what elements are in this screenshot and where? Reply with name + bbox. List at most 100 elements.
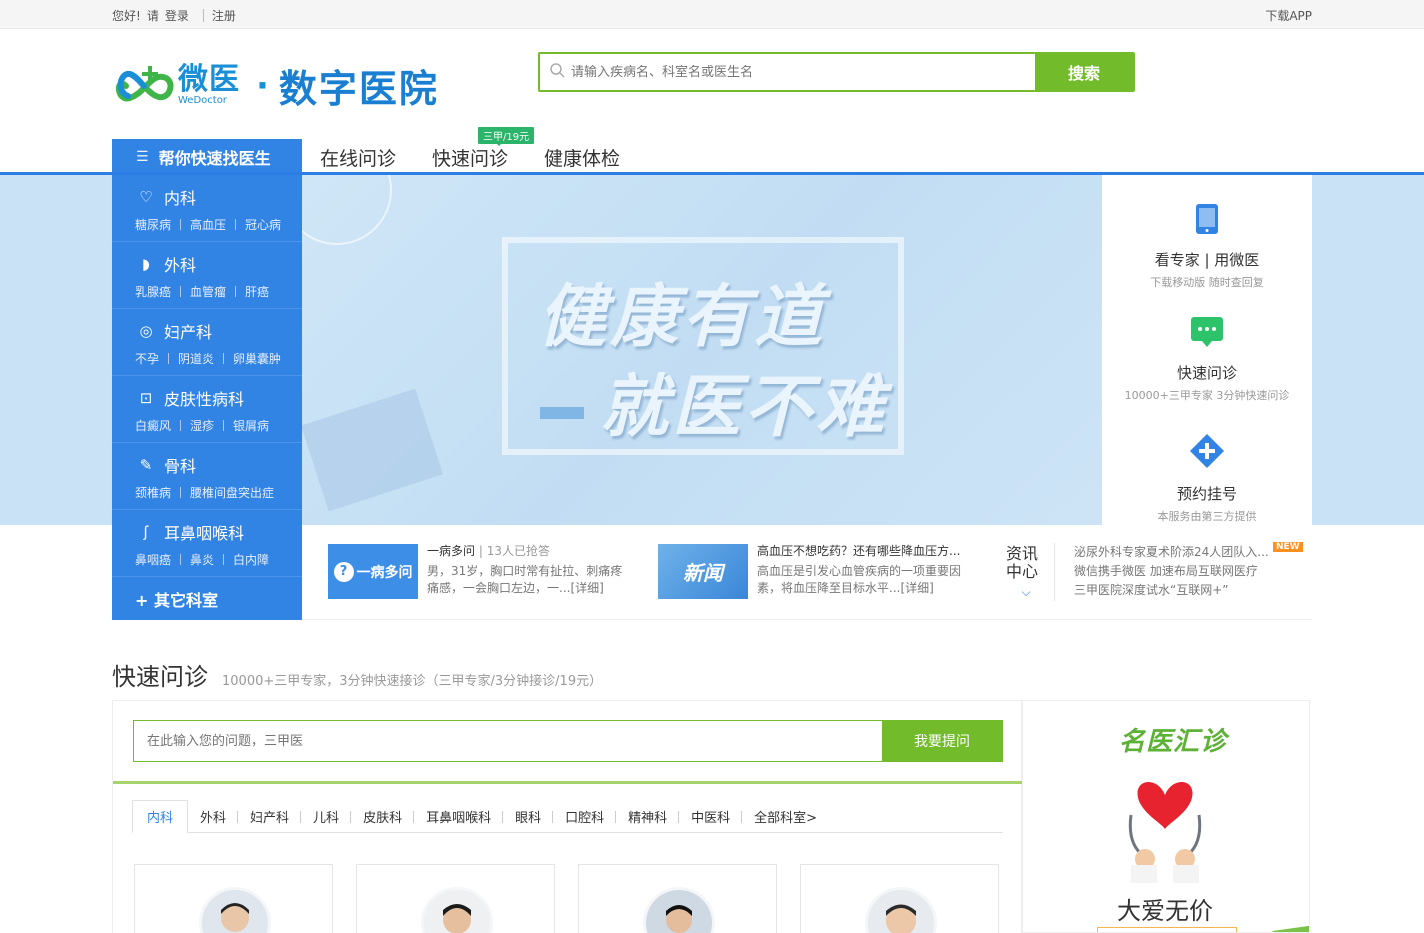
news-list: 泌尿外科专家夏术阶添24人团队入... 微信携手微医 加速布局互联网医疗 三甲医… xyxy=(1074,543,1269,600)
divider xyxy=(1054,543,1055,601)
site-logo[interactable]: 微医 WeDoctor · 数字医院 xyxy=(112,58,439,113)
menu-sub-link[interactable]: 不孕 xyxy=(135,350,159,367)
nav-badge: 三甲/19元 xyxy=(478,127,535,146)
menu-sub-link[interactable]: 腰椎间盘突出症 xyxy=(190,484,274,501)
menu-group-orthopedics[interactable]: ✎ 骨科 颈椎病 腰椎间盘突出症 xyxy=(112,443,302,510)
menu-sub-link[interactable]: 肝癌 xyxy=(245,283,269,300)
decoration-circle xyxy=(302,175,392,245)
menu-group-ent[interactable]: ʃ 耳鼻咽喉科 鼻咽癌 鼻炎 白内障 xyxy=(112,510,302,577)
login-link[interactable]: 登录 xyxy=(165,7,189,24)
news-list-item[interactable]: 微信携手微医 加速布局互联网医疗 xyxy=(1074,562,1269,581)
menu-group-title: 妇产科 xyxy=(164,323,213,342)
doctor-card[interactable] xyxy=(134,864,333,933)
search-button[interactable]: 搜索 xyxy=(1035,54,1133,90)
menu-group-internal[interactable]: ♡ 内科 糖尿病 高血压 冠心病 xyxy=(112,175,302,242)
menu-list-icon: ☰ xyxy=(136,149,149,165)
menu-group-dermatology[interactable]: ⊡ 皮肤性病科 白癜风 湿疹 银屑病 xyxy=(112,376,302,443)
avatar xyxy=(421,887,493,933)
quick-consult-heading: 快速问诊 10000+三甲专家，3分钟快速接诊（三甲专家/3分钟接诊/19元） xyxy=(112,657,602,692)
qa-head: 一病多问 xyxy=(427,544,476,558)
download-app-link[interactable]: 下载APP xyxy=(1265,7,1312,24)
menu-sub-link[interactable]: 鼻炎 xyxy=(190,551,214,568)
menu-sub-link[interactable]: 卵巢囊肿 xyxy=(233,350,281,367)
tab-ophthalmology[interactable]: 眼科 xyxy=(503,800,554,833)
tab-label: 精神科 xyxy=(628,811,668,826)
tab-pediatrics[interactable]: 儿科 xyxy=(301,800,352,833)
info-center-title[interactable]: 资讯中心 ⌵ xyxy=(1006,545,1046,601)
tab-obgyn[interactable]: 妇产科 xyxy=(238,800,302,833)
skin-icon: ⊡ xyxy=(139,389,153,407)
doctor-card[interactable] xyxy=(356,864,555,933)
hero-banner[interactable]: 健康有道 就医不难 xyxy=(302,175,1102,525)
new-badge: NEW xyxy=(1273,542,1303,552)
card-label: 一病多问 xyxy=(356,564,413,581)
tab-psychiatry[interactable]: 精神科 xyxy=(616,800,680,833)
tab-tcm[interactable]: 中医科 xyxy=(679,800,743,833)
qa-preview[interactable]: 一病多问 | 13人已抢答 男，31岁，胸口时常有扯拉、刺痛疼 痛感，一会胸口左… xyxy=(427,543,622,597)
menu-sub-link[interactable]: 糖尿病 xyxy=(135,216,171,233)
phone-icon xyxy=(1102,203,1312,239)
menu-group-title: 骨科 xyxy=(164,457,197,476)
top-bar: 您好! 请 登录 注册 下载APP xyxy=(0,0,1424,29)
search-box xyxy=(540,54,1035,90)
register-link[interactable]: 注册 xyxy=(212,7,236,24)
menu-sub-link[interactable]: 冠心病 xyxy=(245,216,281,233)
find-doctor-category-button[interactable]: ☰ 帮你快速找医生 xyxy=(112,139,302,175)
plus-icon xyxy=(1102,433,1312,473)
one-disease-many-answers-card[interactable]: ? 一病多问 xyxy=(328,544,418,599)
service-item-quick-consult[interactable]: 快速问诊 10000+三甲专家 3分钟快速问诊 xyxy=(1102,316,1312,403)
ad-slogan: 大爱无价 xyxy=(1117,897,1213,925)
tab-all-departments[interactable]: 全部科室> xyxy=(742,800,829,833)
nav-item-health-checkup[interactable]: 健康体检 xyxy=(544,144,620,171)
menu-sub-link[interactable]: 银屑病 xyxy=(233,417,269,434)
menu-sub-link[interactable]: 血管瘤 xyxy=(190,283,226,300)
menu-group-title: 耳鼻咽喉科 xyxy=(164,524,245,543)
tab-label: 外科 xyxy=(200,811,227,826)
wedoctor-logo-icon xyxy=(112,62,176,110)
tab-stomatology[interactable]: 口腔科 xyxy=(553,800,617,833)
heart-icon: ♡ xyxy=(139,188,153,206)
tab-label: 妇产科 xyxy=(250,811,290,826)
digital-hospital-title: 数字医院 xyxy=(278,67,439,111)
news-body-2: 素，将血压降至目标水平...[详细] xyxy=(757,581,934,595)
doctor-card[interactable] xyxy=(578,864,777,933)
card-label: 新闻 xyxy=(683,561,723,585)
tab-internal[interactable]: 内科 xyxy=(132,800,189,833)
chevron-down-icon: ⌵ xyxy=(1021,585,1031,599)
news-list-item[interactable]: 三甲医院深度试水“互联网+” xyxy=(1074,581,1269,600)
news-preview[interactable]: 高血压不想吃药？还有哪些降血压方... 高血压是引发心血管疾病的一项重要因 素，… xyxy=(757,543,961,597)
question-input[interactable] xyxy=(134,721,882,761)
other-departments-link[interactable]: + 其它科室 xyxy=(112,577,302,619)
menu-group-obgyn[interactable]: ◎ 妇产科 不孕 阴道炎 卵巢囊肿 xyxy=(112,309,302,376)
brand-en: WeDoctor xyxy=(178,95,227,106)
menu-sub-link[interactable]: 阴道炎 xyxy=(178,350,214,367)
tab-dermatology[interactable]: 皮肤科 xyxy=(351,800,415,833)
ask-bar: 我要提问 xyxy=(133,720,1003,762)
ask-button[interactable]: 我要提问 xyxy=(882,721,1002,761)
menu-sub-link[interactable]: 鼻咽癌 xyxy=(135,551,171,568)
menu-sub-link[interactable]: 白癜风 xyxy=(135,417,171,434)
menu-group-title: 外科 xyxy=(164,256,197,275)
menu-sub-link[interactable]: 乳腺癌 xyxy=(135,283,171,300)
menu-sub-link[interactable]: 湿疹 xyxy=(190,417,214,434)
search-icon xyxy=(550,62,565,82)
menu-sub-link[interactable]: 高血压 xyxy=(190,216,226,233)
doctor-card[interactable] xyxy=(800,864,999,933)
menu-sub-link[interactable]: 颈椎病 xyxy=(135,484,171,501)
search-input[interactable] xyxy=(571,64,1035,80)
uterus-icon: ◎ xyxy=(139,322,153,340)
service-item-app[interactable]: 看专家 | 用微医 下载移动版 随时查回复 xyxy=(1102,203,1312,290)
service-title: 看专家 | 用微医 xyxy=(1154,251,1260,269)
qa-body-1: 男，31岁，胸口时常有扯拉、刺痛疼 xyxy=(427,564,623,578)
menu-group-surgery[interactable]: ◗ 外科 乳腺癌 血管瘤 肝癌 xyxy=(112,242,302,309)
menu-sub-link[interactable]: 白内障 xyxy=(233,551,269,568)
tab-surgery[interactable]: 外科 xyxy=(188,800,239,833)
service-item-appointment[interactable]: 预约挂号 本服务由第三方提供 xyxy=(1102,433,1312,524)
famous-doctor-ad[interactable]: 名医汇诊 大爱无价 xyxy=(1022,700,1310,933)
news-list-item[interactable]: 泌尿外科专家夏术阶添24人团队入... xyxy=(1074,543,1269,562)
tab-ent[interactable]: 耳鼻咽喉科 xyxy=(414,800,504,833)
site-search: 搜索 xyxy=(538,52,1135,92)
news-card[interactable]: 新闻 xyxy=(658,544,748,599)
nav-item-online-consult[interactable]: 在线问诊 xyxy=(320,144,396,171)
ad-logo: 名医汇诊 xyxy=(1119,727,1228,757)
